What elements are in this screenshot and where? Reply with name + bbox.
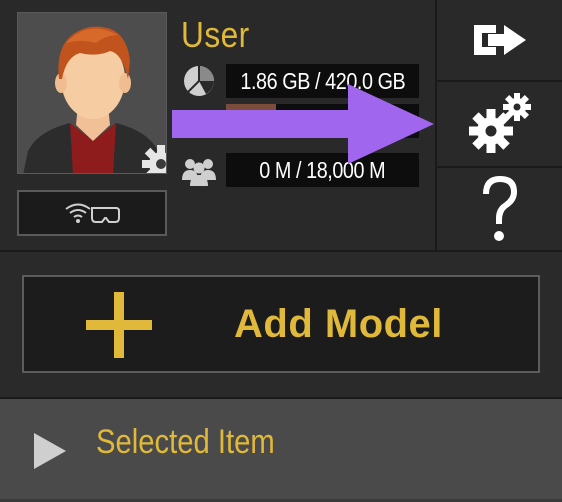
avatar[interactable] (17, 12, 167, 174)
add-model-button[interactable]: Add Model (22, 275, 540, 373)
logout-button[interactable] (437, 0, 562, 82)
play-triangle-icon[interactable] (30, 431, 70, 471)
users-icon (180, 154, 218, 188)
settings-button[interactable] (437, 82, 562, 168)
selected-item-row[interactable]: Selected Item (0, 399, 562, 502)
gears-icon (468, 93, 531, 153)
add-model-label: Add Model (234, 301, 443, 346)
members-usage-label: 0 M / 18,000 M (259, 156, 386, 183)
user-panel: User 1.86 GB / 420.0 GB 0 M / 18,000 M (0, 0, 562, 252)
pie-chart-icon (180, 64, 218, 98)
wifi-headset-icon (65, 203, 120, 223)
storage-progress-bar (226, 104, 419, 138)
selected-item-label: Selected Item (96, 423, 275, 461)
question-mark-icon (482, 176, 517, 241)
connection-status-button[interactable] (17, 190, 167, 236)
storage-usage: 1.86 GB / 420.0 GB (226, 64, 419, 98)
help-button[interactable] (437, 168, 562, 250)
members-usage: 0 M / 18,000 M (226, 153, 419, 187)
plus-icon (86, 292, 152, 358)
storage-progress-fill (226, 104, 277, 138)
username: User (181, 14, 250, 55)
app-root: User 1.86 GB / 420.0 GB 0 M / 18,000 M A… (0, 0, 562, 502)
logout-icon (473, 25, 526, 55)
avatar-gear-icon[interactable] (138, 141, 166, 173)
storage-usage-label: 1.86 GB / 420.0 GB (240, 67, 405, 94)
